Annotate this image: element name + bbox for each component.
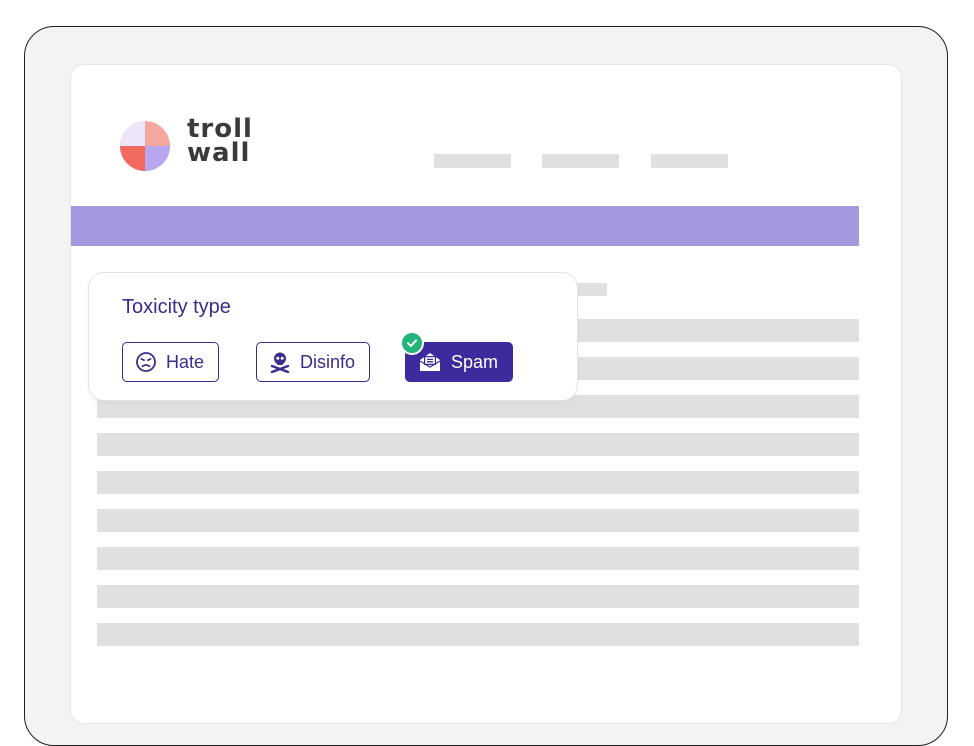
- text-placeholder-line: [97, 433, 859, 456]
- disinfo-label: Disinfo: [300, 351, 356, 372]
- selected-check-icon: [400, 331, 424, 355]
- skull-crossbones-icon: [269, 351, 291, 373]
- text-placeholder-line: [97, 547, 859, 570]
- card-title: Toxicity type: [122, 296, 231, 318]
- logo-wordmark: troll wall: [187, 116, 253, 168]
- nav-placeholder-2[interactable]: [542, 154, 619, 168]
- spam-label: Spam: [451, 351, 499, 372]
- envelope-icon: [418, 351, 442, 373]
- logo-mark-icon: [120, 121, 170, 171]
- hate-label: Hate: [166, 351, 205, 372]
- nav-placeholder-3[interactable]: [651, 154, 728, 168]
- header-banner: [71, 206, 859, 246]
- text-placeholder-line: [97, 585, 859, 608]
- text-placeholder-line: [97, 623, 859, 646]
- angry-face-icon: [135, 351, 157, 373]
- hate-chip[interactable]: Hate: [122, 342, 220, 382]
- disinfo-chip[interactable]: Disinfo: [256, 342, 371, 382]
- text-placeholder-line: [97, 509, 859, 532]
- text-placeholder-line: [97, 471, 859, 494]
- logo-line-2: wall: [187, 138, 251, 168]
- toxicity-type-card: Toxicity type Hate Disinfo Spam: [88, 272, 578, 401]
- trollwall-logo[interactable]: troll wall: [119, 116, 279, 173]
- nav-placeholder-1[interactable]: [434, 154, 511, 168]
